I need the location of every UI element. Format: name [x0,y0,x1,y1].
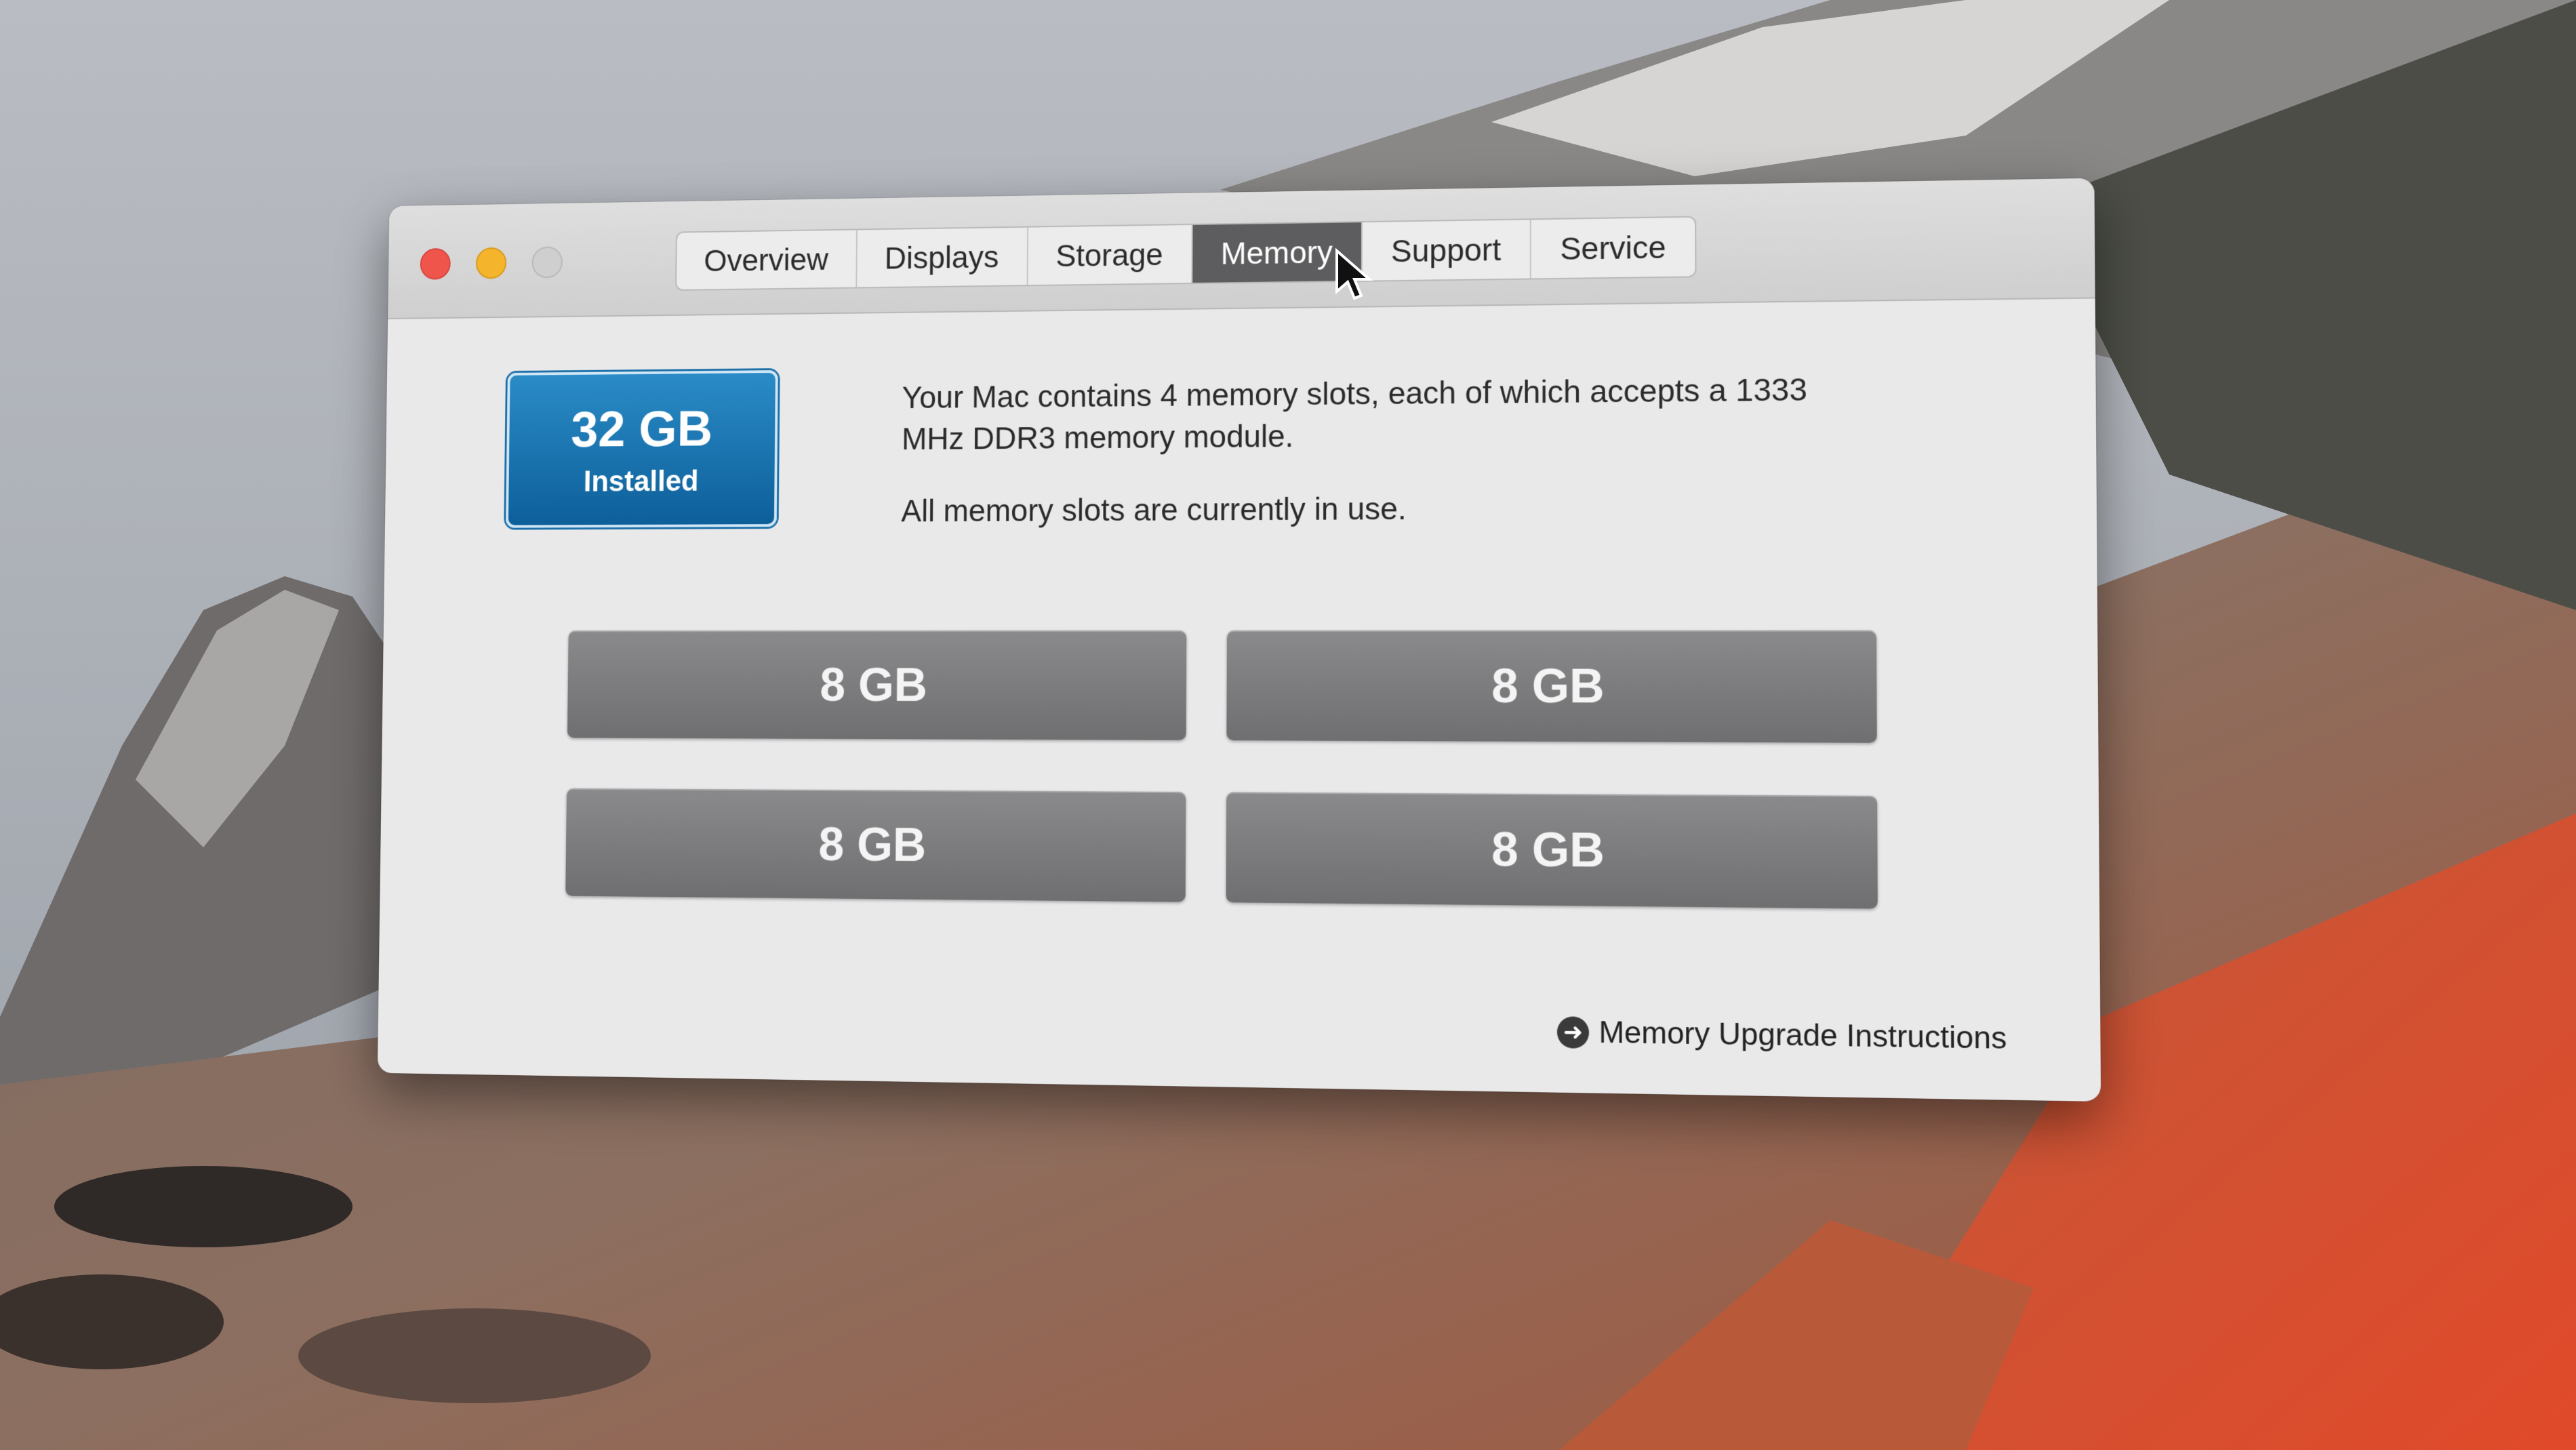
installed-memory-label: Installed [583,464,699,498]
arrow-cursor-icon [1335,248,1373,300]
memory-slot-4: 8 GB [1226,792,1878,909]
zoom-window-button[interactable] [531,246,563,279]
close-window-button[interactable] [420,247,451,280]
memory-slots-status: All memory slots are currently in use. [901,490,1407,529]
tab-overview[interactable]: Overview [676,230,858,289]
memory-slot-2: 8 GB [1226,630,1877,743]
installed-memory-size: 32 GB [570,400,713,458]
memory-slots-grid: 8 GB 8 GB 8 GB 8 GB [565,630,1878,909]
memory-slot-3: 8 GB [565,788,1186,902]
memory-description: Your Mac contains 4 memory slots, each o… [901,367,1855,531]
memory-upgrade-instructions-label: Memory Upgrade Instructions [1598,1015,2007,1056]
tab-service[interactable]: Service [1531,218,1695,279]
memory-upgrade-instructions-link[interactable]: ➜ Memory Upgrade Instructions [1556,1015,2007,1056]
memory-slot-1: 8 GB [567,630,1187,740]
tab-storage[interactable]: Storage [1028,224,1193,285]
right-arrow-circle-icon: ➜ [1556,1016,1589,1049]
installed-memory-badge: 32 GB Installed [506,370,778,528]
minimize-window-button[interactable] [475,247,507,279]
about-this-mac-window: Overview Displays Storage Memory Support… [377,178,2101,1102]
tab-displays[interactable]: Displays [856,227,1028,287]
tab-bar: Overview Displays Storage Memory Support… [675,216,1697,291]
memory-slots-description: Your Mac contains 4 memory slots, each o… [901,371,1807,456]
tab-support[interactable]: Support [1362,220,1531,281]
